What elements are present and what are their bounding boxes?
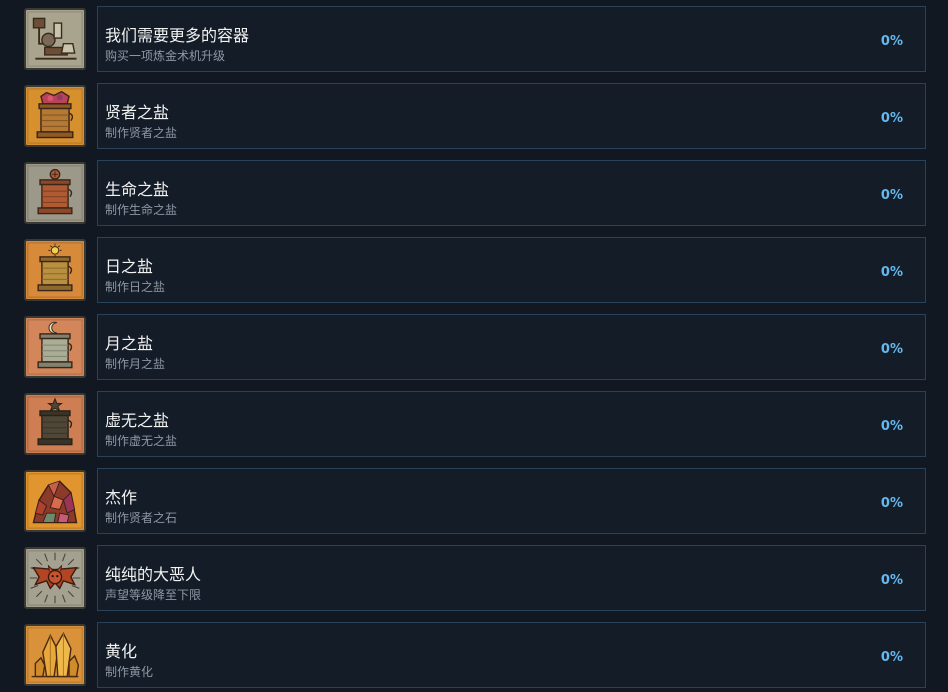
moon-salt-jar-icon bbox=[24, 316, 86, 378]
achievement-title: 杰作 bbox=[105, 488, 138, 507]
achievement-row[interactable]: 我们需要更多的容器 购买一项炼金术机升级 0% bbox=[24, 6, 926, 72]
achievement-row[interactable]: 杰作 制作贤者之石 0% bbox=[24, 468, 926, 534]
gem-pile-icon bbox=[24, 470, 86, 532]
achievement-percent: 0% bbox=[880, 342, 903, 357]
achievement-card[interactable]: 杰作 制作贤者之石 0% bbox=[97, 468, 926, 534]
achievement-card[interactable]: 虚无之盐 制作虚无之盐 0% bbox=[97, 391, 926, 457]
crystal-cluster-icon bbox=[24, 624, 86, 686]
achievement-description: 制作贤者之盐 bbox=[105, 126, 178, 140]
achievement-percent: 0% bbox=[880, 650, 903, 665]
achievement-card[interactable]: 日之盐 制作日之盐 0% bbox=[97, 237, 926, 303]
achievement-title: 纯纯的大恶人 bbox=[105, 565, 202, 584]
achievement-percent: 0% bbox=[880, 573, 903, 588]
achievement-title: 月之盐 bbox=[105, 334, 154, 353]
achievement-title: 贤者之盐 bbox=[105, 103, 170, 122]
achievement-card[interactable]: 月之盐 制作月之盐 0% bbox=[97, 314, 926, 380]
achievement-card[interactable]: 贤者之盐 制作贤者之盐 0% bbox=[97, 83, 926, 149]
achievement-title: 虚无之盐 bbox=[105, 411, 170, 430]
achievement-row[interactable]: 月之盐 制作月之盐 0% bbox=[24, 314, 926, 380]
achievement-description: 制作贤者之石 bbox=[105, 511, 178, 525]
void-salt-jar-icon bbox=[24, 393, 86, 455]
achievement-percent: 0% bbox=[880, 265, 903, 280]
achievement-description: 制作虚无之盐 bbox=[105, 434, 178, 448]
achievement-description: 制作月之盐 bbox=[105, 357, 166, 371]
achievement-row[interactable]: 纯纯的大恶人 声望等级降至下限 0% bbox=[24, 545, 926, 611]
demon-bat-icon bbox=[24, 547, 86, 609]
achievement-description: 声望等级降至下限 bbox=[105, 588, 202, 602]
achievement-row[interactable]: 生命之盐 制作生命之盐 0% bbox=[24, 160, 926, 226]
achievement-row[interactable]: 黄化 制作黄化 0% bbox=[24, 622, 926, 688]
achievement-row[interactable]: 虚无之盐 制作虚无之盐 0% bbox=[24, 391, 926, 457]
achievement-percent: 0% bbox=[880, 188, 903, 203]
achievement-percent: 0% bbox=[880, 111, 903, 126]
achievement-card[interactable]: 生命之盐 制作生命之盐 0% bbox=[97, 160, 926, 226]
sage-salt-jar-icon bbox=[24, 85, 86, 147]
alchemy-apparatus-icon bbox=[24, 8, 86, 70]
achievement-percent: 0% bbox=[880, 419, 903, 434]
achievement-description: 制作日之盐 bbox=[105, 280, 166, 294]
achievement-percent: 0% bbox=[880, 34, 903, 49]
achievement-row[interactable]: 贤者之盐 制作贤者之盐 0% bbox=[24, 83, 926, 149]
achievement-title: 生命之盐 bbox=[105, 180, 170, 199]
achievement-card[interactable]: 纯纯的大恶人 声望等级降至下限 0% bbox=[97, 545, 926, 611]
achievement-description: 制作黄化 bbox=[105, 665, 154, 679]
achievement-description: 制作生命之盐 bbox=[105, 203, 178, 217]
achievement-percent: 0% bbox=[880, 496, 903, 511]
achievement-title: 黄化 bbox=[105, 642, 138, 661]
achievement-title: 日之盐 bbox=[105, 257, 154, 276]
achievement-description: 购买一项炼金术机升级 bbox=[105, 49, 226, 63]
achievement-row[interactable]: 日之盐 制作日之盐 0% bbox=[24, 237, 926, 303]
achievement-card[interactable]: 黄化 制作黄化 0% bbox=[97, 622, 926, 688]
achievement-list: 我们需要更多的容器 购买一项炼金术机升级 0% 贤者之盐 制作贤者之盐 0% 生… bbox=[0, 0, 948, 692]
achievement-card[interactable]: 我们需要更多的容器 购买一项炼金术机升级 0% bbox=[97, 6, 926, 72]
sun-salt-jar-icon bbox=[24, 239, 86, 301]
achievement-title: 我们需要更多的容器 bbox=[105, 26, 250, 45]
life-salt-jar-icon bbox=[24, 162, 86, 224]
